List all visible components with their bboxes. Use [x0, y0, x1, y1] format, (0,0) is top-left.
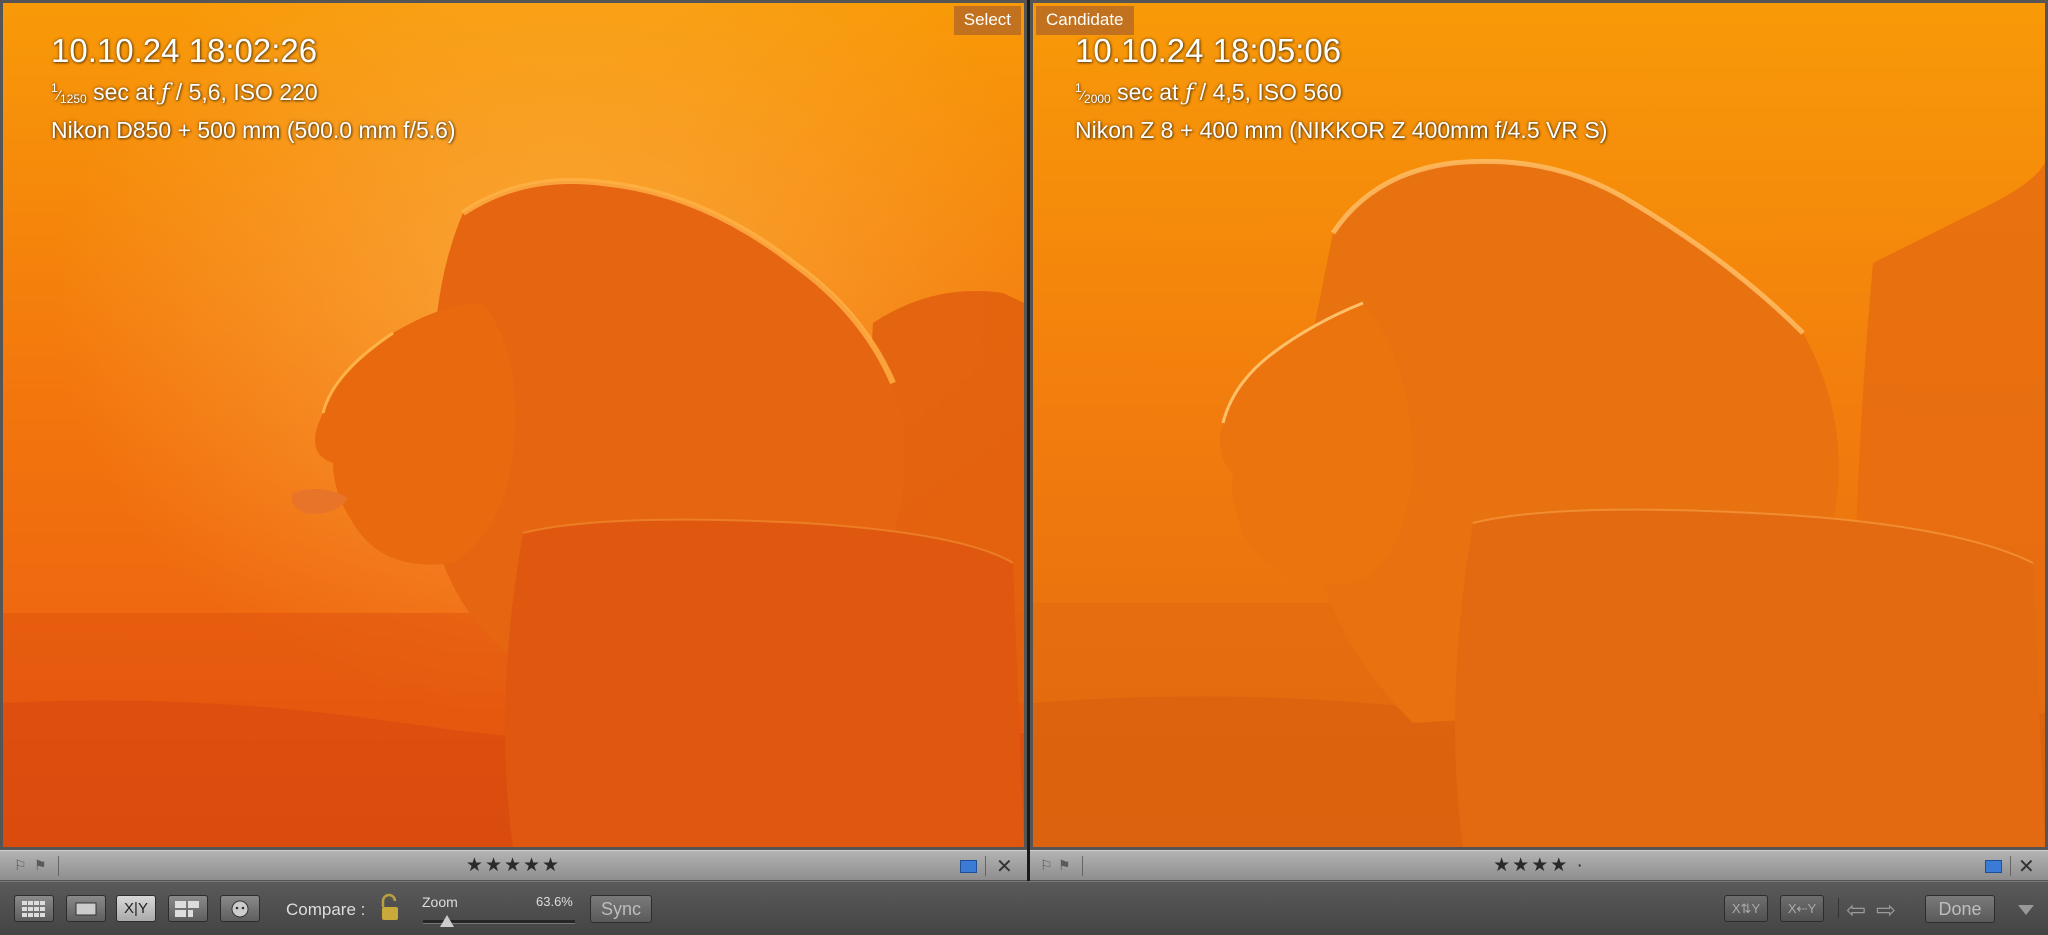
- close-icon[interactable]: ✕: [996, 854, 1013, 878]
- loupe-view-button[interactable]: [66, 895, 106, 922]
- exposure-rest: / 5,6, ISO 220: [169, 79, 318, 105]
- grid-view-button[interactable]: [14, 895, 54, 922]
- swap-icon: X⇅Y: [1731, 900, 1761, 916]
- face-icon: [231, 900, 249, 917]
- candidate-rating-strip: ⚐ ⚑ ★★★★ · ✕: [1030, 850, 2048, 881]
- sync-button[interactable]: Sync: [590, 895, 652, 923]
- grid-icon: [22, 900, 45, 917]
- zoom-slider-thumb[interactable]: [440, 915, 455, 927]
- camera-lens-info: Nikon Z 8 + 400 mm (NIKKOR Z 400mm f/4.5…: [1075, 117, 1608, 143]
- toolbar-options-chevron-icon[interactable]: [2018, 905, 2034, 915]
- shutter-numerator: 1: [1075, 81, 1082, 95]
- capture-datetime: 10.10.24 18:02:26: [51, 32, 318, 69]
- next-arrow-icon[interactable]: ⇨: [1876, 896, 1896, 924]
- previous-arrow-icon[interactable]: ⇦: [1846, 896, 1866, 924]
- divider: [985, 856, 986, 876]
- survey-view-button[interactable]: [168, 895, 208, 922]
- lock-icon[interactable]: [374, 893, 404, 928]
- color-label-blue[interactable]: [1985, 860, 2002, 873]
- exposure-rest: / 4,5, ISO 560: [1193, 79, 1342, 105]
- select-rating-strip: ⚐ ⚑ ★★★★★ ✕: [0, 850, 1027, 881]
- star-rating[interactable]: ★★★★★: [0, 854, 1027, 877]
- color-label-blue[interactable]: [960, 860, 977, 873]
- xy-icon: X|Y: [124, 900, 148, 917]
- exposure-mid: sec at: [1110, 79, 1185, 105]
- star-rating[interactable]: ★★★★ ·: [1030, 854, 2048, 877]
- candidate-photo-pane[interactable]: Candidate 10.10.24 18:05:06 1⁄2000 sec a…: [1030, 0, 2048, 850]
- exposure-info: 1⁄1250 sec at ƒ / 5,6, ISO 220: [51, 73, 456, 115]
- close-icon[interactable]: ✕: [2018, 854, 2035, 878]
- shutter-denominator: 2000: [1084, 92, 1111, 106]
- shutter-fraction: 1⁄1250: [51, 81, 87, 106]
- camera-lens-info: Nikon D850 + 500 mm (500.0 mm f/5.6): [51, 117, 456, 143]
- people-view-button[interactable]: [220, 895, 260, 922]
- swap-button[interactable]: X⇅Y: [1724, 895, 1768, 922]
- capture-datetime: 10.10.24 18:05:06: [1075, 32, 1342, 69]
- photo-info-overlay: 10.10.24 18:05:06 1⁄2000 sec at ƒ / 4,5,…: [1075, 29, 1607, 146]
- select-photo-pane[interactable]: Select 10.10.24 18:02:26 1⁄1250 sec at ƒ…: [0, 0, 1027, 850]
- divider: [2010, 856, 2011, 876]
- done-button[interactable]: Done: [1925, 895, 1995, 923]
- select-tag: Select: [953, 6, 1021, 35]
- exposure-info: 1⁄2000 sec at ƒ / 4,5, ISO 560: [1075, 73, 1607, 115]
- compare-view-button[interactable]: X|Y: [116, 895, 156, 922]
- loupe-icon: [75, 902, 97, 915]
- survey-icon: [175, 900, 199, 917]
- make-select-button[interactable]: X⇠Y: [1780, 895, 1824, 922]
- shutter-denominator: 1250: [60, 92, 87, 106]
- zoom-label: Zoom: [422, 894, 458, 910]
- compare-toolbar: X|Y Compare : Zoom 63.6% Sync X⇅Y X⇠Y ⇦ …: [0, 881, 2048, 935]
- compare-label: Compare :: [286, 900, 366, 919]
- zoom-value: 63.6%: [536, 894, 573, 909]
- make-select-icon: X⇠Y: [1787, 900, 1817, 916]
- divider: [1838, 898, 1839, 918]
- shutter-fraction: 1⁄2000: [1075, 81, 1111, 106]
- exposure-mid: sec at: [86, 79, 161, 105]
- photo-info-overlay: 10.10.24 18:02:26 1⁄1250 sec at ƒ / 5,6,…: [51, 29, 456, 146]
- shutter-numerator: 1: [51, 81, 58, 95]
